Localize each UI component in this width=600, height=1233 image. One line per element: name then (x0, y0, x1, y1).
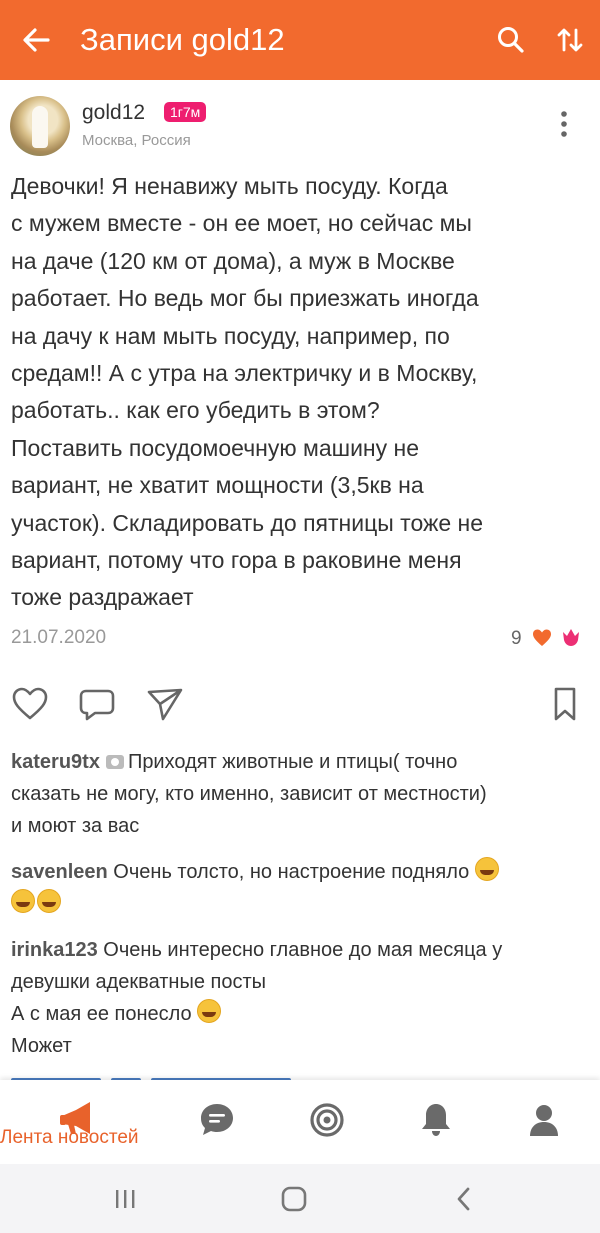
post-body: Девочки! Я ненавижу мыть посуду. Когда с… (11, 168, 591, 617)
comment-author[interactable]: savenleen (11, 861, 108, 883)
page-title: Записи gold12 (80, 22, 285, 57)
share-icon[interactable] (145, 684, 185, 724)
comment-icon[interactable] (77, 684, 117, 724)
bottom-tab-bar (0, 1080, 600, 1164)
profile-icon[interactable] (522, 1098, 566, 1142)
search-icon[interactable] (494, 20, 528, 60)
post-line: работает. Но ведь мог бы приезжать иногд… (11, 285, 479, 312)
comment-item[interactable]: savenleen Очень толсто, но настроение по… (11, 856, 591, 920)
post-line: Девочки! Я ненавижу мыть посуду. Когда (11, 173, 448, 199)
post-line: средам!! А с утра на электричку и в Моск… (11, 360, 478, 387)
post-line: вариант, потому что гора в раковине меня (11, 547, 462, 574)
laughing-emoji-icon (37, 889, 61, 913)
heart-icon[interactable] (10, 684, 50, 724)
post-date: 21.07.2020 (11, 627, 107, 648)
bookmark-icon[interactable] (545, 684, 585, 724)
post-line: Поставить посудомоечную машину не (11, 434, 420, 461)
comment-author[interactable]: kateru9tx (11, 751, 100, 773)
camera-icon (105, 755, 124, 769)
more-options-icon[interactable] (550, 108, 578, 140)
tulip-reaction-icon (560, 626, 582, 648)
post-line: с мужем вместе - он ее моет, но сейчас м… (11, 210, 472, 237)
comments-list: kateru9tx Приходят животные и птицы( точн… (11, 746, 591, 1076)
arrow-left-icon[interactable] (18, 20, 54, 60)
target-icon[interactable] (305, 1098, 349, 1142)
post-line: вариант, не хватит мощности (3,5кв на (11, 472, 424, 499)
comment-text: А с мая ее понесло (11, 1003, 192, 1025)
comment-text: Очень толсто, но настроение подняло (113, 861, 470, 883)
comment-text: Может (11, 1035, 72, 1057)
winking-emoji-icon (197, 999, 222, 1023)
comment-text: сказать не могу, кто именно, зависит от … (11, 783, 487, 805)
back-icon[interactable] (444, 1184, 484, 1214)
chat-icon[interactable] (195, 1098, 239, 1142)
sort-arrows-icon[interactable] (552, 20, 588, 60)
app-bar: Записи gold12 (0, 0, 600, 80)
age-badge: 1г7м (164, 102, 207, 122)
comment-author[interactable]: irinka123 (11, 939, 98, 961)
laughing-emoji-icon (474, 857, 499, 881)
bell-icon[interactable] (414, 1098, 458, 1142)
author-name[interactable]: gold12 (82, 100, 145, 126)
laughing-emoji-icon (11, 889, 35, 913)
comment-text: Приходят животные и птицы( точно (127, 751, 458, 773)
recent-apps-icon[interactable] (105, 1184, 145, 1214)
comment-item[interactable]: irinka123 Очень интересно главное до мая… (11, 934, 591, 1062)
post-line: участок). Складировать до пятницы тоже н… (11, 509, 484, 536)
post-line: на дачу к нам мыть посуду, например, по (11, 322, 450, 349)
comment-text: девушки адекватные посты (11, 971, 266, 993)
heart-reaction-icon (532, 628, 552, 648)
avatar[interactable] (10, 96, 70, 156)
comment-text: Очень интересно главное до мая месяца у (103, 939, 503, 961)
tab-label-news-feed[interactable]: Лента новостей (0, 1126, 139, 1150)
post-line: тоже раздражает (11, 584, 194, 611)
author-location: Москва, Россия (82, 132, 191, 149)
comment-item[interactable]: kateru9tx Приходят животные и птицы( точн… (11, 746, 591, 842)
home-icon[interactable] (274, 1184, 314, 1214)
reactions-count[interactable]: 9 (511, 627, 522, 651)
comment-text: и моют за вас (11, 815, 140, 837)
system-nav-bar (0, 1164, 600, 1233)
post-line: на даче (120 км от дома), а муж в Москве (11, 247, 455, 274)
post-line: работать.. как его убедить в этом? (11, 397, 380, 424)
